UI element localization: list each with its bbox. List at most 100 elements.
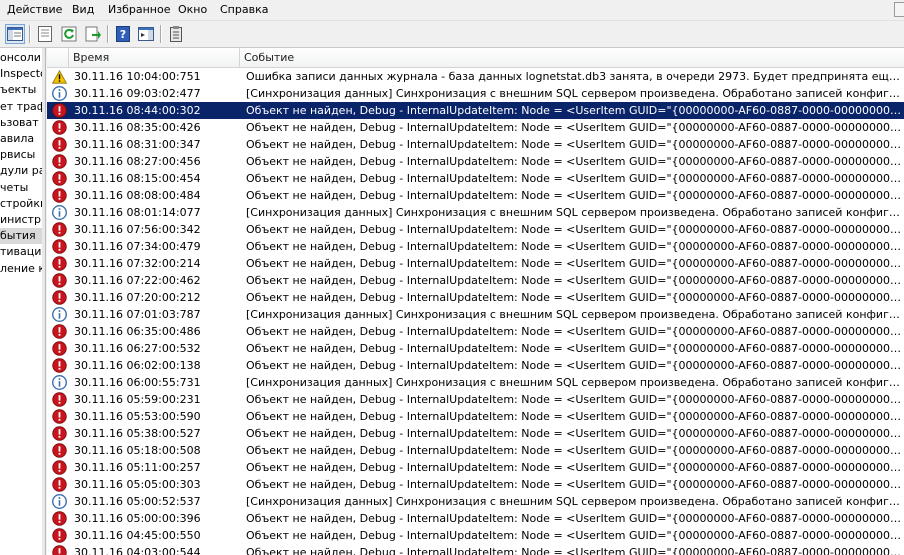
- tree-item[interactable]: ет траф: [0, 99, 45, 115]
- event-time: 30.11.16 05:53:00:590: [74, 410, 201, 423]
- event-message: Ошибка записи данных журнала - база данн…: [246, 70, 902, 83]
- toolbar: ?: [0, 21, 904, 48]
- event-message: Объект не найден, Debug - InternalUpdate…: [246, 155, 902, 168]
- table-row[interactable]: 30.11.16 08:31:00:347 Объект не найден, D…: [47, 136, 904, 153]
- info-icon: [51, 493, 67, 510]
- event-time: 30.11.16 08:27:00:456: [74, 155, 201, 168]
- table-row[interactable]: 30.11.16 07:34:00:479 Объект не найден, D…: [47, 238, 904, 255]
- menu-favorites[interactable]: Избранное: [108, 3, 170, 16]
- event-time: 30.11.16 08:08:00:484: [74, 189, 201, 202]
- table-row[interactable]: 30.11.16 07:32:00:214 Объект не найден, D…: [47, 255, 904, 272]
- menu-window[interactable]: Окно: [178, 3, 207, 16]
- tree-item[interactable]: ьзоват: [0, 115, 42, 131]
- event-message: [Синхронизация данных] Синхронизация с в…: [246, 308, 902, 321]
- table-row[interactable]: 30.11.16 07:20:00:212 Объект не найден, D…: [47, 289, 904, 306]
- properties-button[interactable]: [35, 24, 55, 44]
- tree-item[interactable]: дули ра: [0, 163, 45, 179]
- event-message: Объект не найден, Debug - InternalUpdate…: [246, 342, 902, 355]
- table-row[interactable]: 30.11.16 08:35:00:426 Объект не найден, D…: [47, 119, 904, 136]
- event-time: 30.11.16 05:00:00:396: [74, 512, 201, 525]
- column-event-header[interactable]: Событие: [240, 48, 904, 67]
- error-icon: [51, 238, 67, 255]
- action-pane-button[interactable]: [136, 24, 156, 44]
- tree-item[interactable]: ъекты: [0, 82, 42, 98]
- table-row[interactable]: 30.11.16 07:56:00:342 Объект не найден, D…: [47, 221, 904, 238]
- restore-window-button[interactable]: [894, 2, 904, 17]
- table-row[interactable]: 30.11.16 06:27:00:532 Объект не найден, D…: [47, 340, 904, 357]
- table-row[interactable]: 30.11.16 09:03:02:477 [Синхронизация данн…: [47, 85, 904, 102]
- table-row[interactable]: 30.11.16 05:59:00:231 Объект не найден, D…: [47, 391, 904, 408]
- tree-item[interactable]: тивация: [0, 244, 45, 260]
- event-message: Объект не найден, Debug - InternalUpdate…: [246, 138, 902, 151]
- event-message: Объект не найден, Debug - InternalUpdate…: [246, 393, 902, 406]
- console-tree-button[interactable]: [5, 24, 25, 44]
- error-icon: [51, 425, 67, 442]
- tree-item[interactable]: бытия: [0, 228, 42, 245]
- column-time-header[interactable]: Время: [69, 48, 240, 67]
- event-message: Объект не найден, Debug - InternalUpdate…: [246, 478, 902, 491]
- event-time: 30.11.16 05:59:00:231: [74, 393, 201, 406]
- menu-view[interactable]: Вид: [72, 3, 94, 16]
- menu-action[interactable]: Действие: [7, 3, 62, 16]
- table-row[interactable]: 30.11.16 08:08:00:484 Объект не найден, D…: [47, 187, 904, 204]
- error-icon: [51, 102, 67, 119]
- info-icon: [51, 374, 67, 391]
- event-message: Объект не найден, Debug - InternalUpdate…: [246, 172, 902, 185]
- event-message: [Синхронизация данных] Синхронизация с в…: [246, 87, 902, 100]
- error-icon: [51, 255, 67, 272]
- event-time: 30.11.16 07:20:00:212: [74, 291, 201, 304]
- table-row[interactable]: 30.11.16 05:18:00:508 Объект не найден, D…: [47, 442, 904, 459]
- event-message: Объект не найден, Debug - InternalUpdate…: [246, 291, 902, 304]
- table-row[interactable]: 30.11.16 08:01:14:077 [Синхронизация данн…: [47, 204, 904, 221]
- tree-item[interactable]: стройки: [0, 196, 45, 212]
- tree-item[interactable]: рвисы: [0, 147, 42, 163]
- table-row[interactable]: 30.11.16 07:01:03:787 [Синхронизация данн…: [47, 306, 904, 323]
- error-icon: [51, 544, 67, 555]
- table-row[interactable]: 30.11.16 06:35:00:486 Объект не найден, D…: [47, 323, 904, 340]
- error-icon: [51, 442, 67, 459]
- table-row[interactable]: 30.11.16 06:00:55:731 [Синхронизация данн…: [47, 374, 904, 391]
- table-row[interactable]: 30.11.16 08:44:00:302 Объект не найден, D…: [47, 102, 904, 119]
- table-row[interactable]: 30.11.16 08:15:00:454 Объект не найден, D…: [47, 170, 904, 187]
- console-tree: онсоли Inspecto ъекты ет траф ьзоват авила рви…: [0, 48, 46, 555]
- tree-item[interactable]: инистр: [0, 212, 42, 228]
- info-icon: [51, 306, 67, 323]
- table-row[interactable]: 30.11.16 05:38:00:527 Объект не найден, D…: [47, 425, 904, 442]
- refresh-button[interactable]: [59, 24, 79, 44]
- clipboard-button[interactable]: [166, 24, 186, 44]
- event-time: 30.11.16 08:31:00:347: [74, 138, 201, 151]
- table-row[interactable]: 30.11.16 05:11:00:257 Объект не найден, D…: [47, 459, 904, 476]
- menu-help[interactable]: Справка: [220, 3, 268, 16]
- table-row[interactable]: 30.11.16 05:00:00:396 Объект не найден, D…: [47, 510, 904, 527]
- event-list: Время Событие 30.11.16 10:04:00:751 Ошибк…: [47, 48, 904, 555]
- table-row[interactable]: 30.11.16 07:22:00:462 Объект не найден, D…: [47, 272, 904, 289]
- tree-scrollbar[interactable]: [42, 48, 45, 555]
- table-row[interactable]: 30.11.16 05:53:00:590 Объект не найден, D…: [47, 408, 904, 425]
- error-icon: [51, 459, 67, 476]
- export-list-icon: [85, 26, 101, 42]
- event-time: 30.11.16 09:03:02:477: [74, 87, 201, 100]
- tree-item[interactable]: авила: [0, 131, 42, 147]
- export-list-button[interactable]: [83, 24, 103, 44]
- error-icon: [51, 357, 67, 374]
- error-icon: [51, 119, 67, 136]
- event-time: 30.11.16 07:56:00:342: [74, 223, 201, 236]
- table-row[interactable]: 30.11.16 04:45:00:550 Объект не найден, D…: [47, 527, 904, 544]
- column-icon-header[interactable]: [47, 48, 69, 67]
- event-message: [Синхронизация данных] Синхронизация с в…: [246, 495, 902, 508]
- table-row[interactable]: 30.11.16 08:27:00:456 Объект не найден, D…: [47, 153, 904, 170]
- table-row[interactable]: 30.11.16 06:02:00:138 Объект не найден, D…: [47, 357, 904, 374]
- tree-item[interactable]: ление ко: [0, 261, 45, 277]
- table-row[interactable]: 30.11.16 05:05:00:303 Объект не найден, D…: [47, 476, 904, 493]
- table-row[interactable]: 30.11.16 05:00:52:537 [Синхронизация данн…: [47, 493, 904, 510]
- warning-icon: [51, 68, 67, 85]
- help-button[interactable]: ?: [113, 24, 133, 44]
- event-time: 30.11.16 06:27:00:532: [74, 342, 201, 355]
- refresh-icon: [61, 26, 77, 42]
- event-message: Объект не найден, Debug - InternalUpdate…: [246, 325, 902, 338]
- table-row[interactable]: 30.11.16 04:03:00:544 Объект не найден, D…: [47, 544, 904, 555]
- tree-item[interactable]: онсоли: [0, 50, 42, 66]
- table-row[interactable]: 30.11.16 10:04:00:751 Ошибка записи данны…: [47, 68, 904, 85]
- tree-item[interactable]: Inspecto: [0, 66, 45, 82]
- tree-item[interactable]: четы: [0, 180, 42, 196]
